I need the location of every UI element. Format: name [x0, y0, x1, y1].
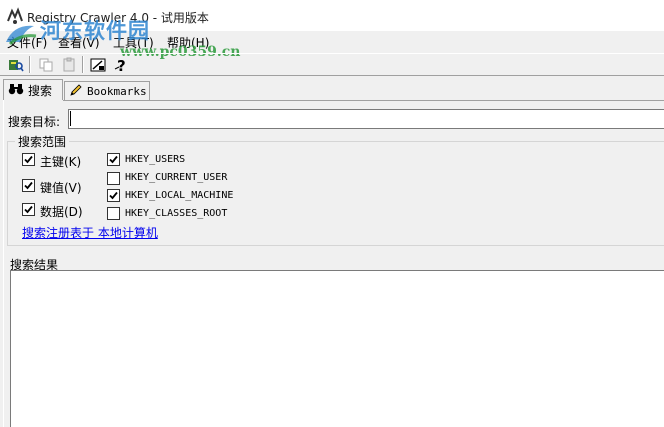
- search-results-list[interactable]: [10, 270, 664, 427]
- checkbox-hkey-users[interactable]: [107, 153, 120, 166]
- paste-icon[interactable]: [58, 55, 80, 75]
- checkmark-icon: [24, 205, 33, 214]
- checkbox-value[interactable]: [22, 179, 35, 192]
- toolbar-separator: [29, 56, 31, 73]
- pencil-icon: [69, 83, 83, 100]
- checkbox-hkey-classes-root-label: HKEY_CLASSES_ROOT: [125, 208, 228, 219]
- checkbox-hkey-users-label: HKEY_USERS: [125, 154, 186, 165]
- checkmark-icon: [109, 191, 118, 200]
- search-target-input[interactable]: [68, 109, 664, 129]
- checkbox-hkey-local-machine-label: HKEY_LOCAL_MACHINE: [125, 190, 234, 201]
- checkmark-icon: [24, 155, 33, 164]
- checkbox-data[interactable]: [22, 203, 35, 216]
- search-location-link[interactable]: 搜索注册表于 本地计算机: [22, 224, 158, 241]
- svg-text:?: ?: [117, 57, 126, 73]
- checkbox-hkey-current-user[interactable]: [107, 172, 120, 185]
- tab-search-label: 搜索: [28, 83, 53, 98]
- panel-border: [3, 100, 4, 427]
- watermark-title: 河东软件园: [40, 18, 150, 43]
- checkbox-hkey-current-user-label: HKEY_CURRENT_USER: [125, 172, 228, 183]
- watermark-logo-icon: [4, 20, 38, 48]
- help-icon[interactable]: ?: [110, 55, 132, 75]
- search-scope-legend: 搜索范围: [15, 133, 70, 150]
- checkbox-key-label: 主键(K): [40, 155, 82, 169]
- copy-icon[interactable]: [35, 55, 57, 75]
- tab-bookmarks[interactable]: Bookmarks: [64, 81, 150, 100]
- tab-divider: [63, 100, 664, 101]
- checkbox-value-label: 键值(V): [40, 181, 82, 195]
- binoculars-icon: [8, 83, 24, 98]
- tab-search[interactable]: 搜索: [3, 79, 63, 100]
- tab-bookmarks-label: Bookmarks: [87, 84, 147, 98]
- checkmark-icon: [109, 155, 118, 164]
- checkbox-hkey-classes-root[interactable]: [107, 207, 120, 220]
- checkbox-key[interactable]: [22, 153, 35, 166]
- checkbox-data-label: 数据(D): [40, 205, 83, 219]
- checkbox-hkey-local-machine[interactable]: [107, 189, 120, 202]
- window-icon[interactable]: [87, 55, 109, 75]
- checkmark-icon: [24, 181, 33, 190]
- search-db-icon[interactable]: [5, 55, 27, 75]
- text-caret: [70, 111, 71, 126]
- search-target-label: 搜索目标:: [8, 115, 61, 129]
- toolbar-separator: [82, 56, 84, 73]
